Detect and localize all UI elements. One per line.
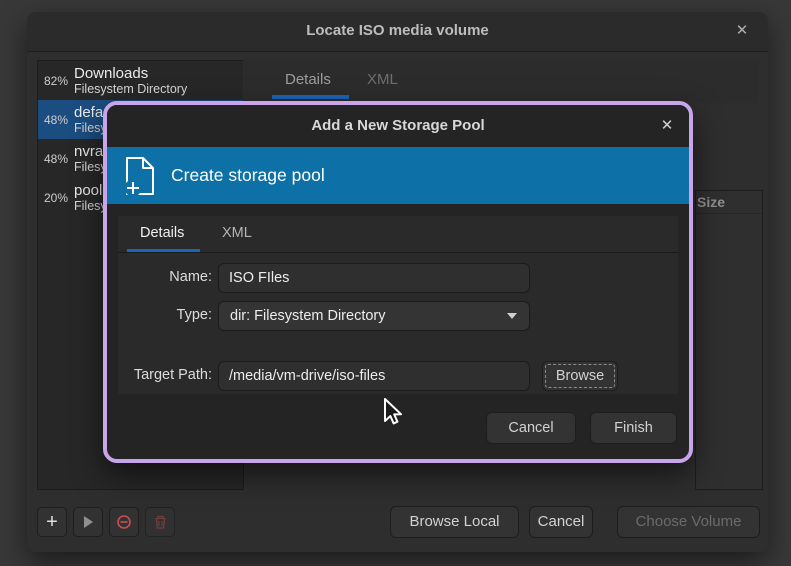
pool-name: defa bbox=[74, 104, 107, 121]
dialog-title: Add a New Storage Pool bbox=[107, 117, 689, 134]
pool-name: pool bbox=[74, 182, 107, 199]
start-pool-button[interactable] bbox=[73, 507, 103, 537]
active-tab-underline bbox=[272, 95, 349, 99]
pool-usage-percent: 48% bbox=[38, 113, 74, 127]
dialog-cancel-button[interactable]: Cancel bbox=[486, 412, 576, 444]
pool-type: Filesy bbox=[74, 160, 107, 175]
banner-label: Create storage pool bbox=[171, 165, 325, 186]
window-titlebar[interactable]: Locate ISO media volume ✕ bbox=[27, 12, 768, 52]
volume-list-panel: Size bbox=[695, 190, 763, 490]
new-document-icon bbox=[123, 155, 157, 197]
target-path-label: Target Path: bbox=[118, 367, 212, 383]
type-dropdown-value: dir: Filesystem Directory bbox=[230, 308, 507, 324]
chevron-down-icon bbox=[507, 313, 517, 319]
window-title: Locate ISO media volume bbox=[27, 22, 768, 39]
tab-xml[interactable]: XML bbox=[222, 225, 252, 241]
type-label: Type: bbox=[118, 307, 212, 323]
stop-pool-button[interactable] bbox=[109, 507, 139, 537]
pool-name: nvra bbox=[74, 143, 107, 160]
target-path-input[interactable] bbox=[218, 361, 530, 391]
tab-xml[interactable]: XML bbox=[367, 71, 398, 88]
delete-pool-button[interactable] bbox=[145, 507, 175, 537]
tab-details[interactable]: Details bbox=[285, 71, 331, 88]
close-icon[interactable]: ✕ bbox=[732, 21, 752, 41]
desktop: Locate ISO media volume ✕ 82% Downloads … bbox=[0, 0, 791, 566]
name-label: Name: bbox=[118, 269, 212, 285]
pool-type: Filesy bbox=[74, 121, 107, 136]
trash-icon bbox=[153, 514, 168, 530]
dialog-tabbar: Details XML bbox=[118, 216, 678, 253]
pool-usage-percent: 82% bbox=[38, 74, 74, 88]
cancel-button[interactable]: Cancel bbox=[529, 506, 593, 538]
pool-usage-percent: 20% bbox=[38, 191, 74, 205]
dialog-banner: Create storage pool bbox=[107, 147, 689, 204]
name-input[interactable] bbox=[218, 263, 530, 293]
browse-local-button[interactable]: Browse Local bbox=[390, 506, 519, 538]
pool-type: Filesy bbox=[74, 199, 107, 214]
dialog-titlebar[interactable]: Add a New Storage Pool ✕ bbox=[107, 105, 689, 147]
dialog-notebook: Details XML Name: Type: dir: Filesystem … bbox=[118, 216, 678, 394]
browse-button[interactable]: Browse bbox=[542, 361, 618, 391]
dialog-finish-button[interactable]: Finish bbox=[590, 412, 677, 444]
mouse-cursor bbox=[381, 398, 405, 428]
plus-icon: + bbox=[46, 509, 58, 535]
pool-name: Downloads bbox=[74, 65, 187, 82]
tab-details[interactable]: Details bbox=[140, 225, 184, 241]
active-tab-underline bbox=[127, 249, 200, 252]
pool-list-item[interactable]: 82% Downloads Filesystem Directory bbox=[38, 61, 243, 100]
choose-volume-button: Choose Volume bbox=[617, 506, 760, 538]
pool-type: Filesystem Directory bbox=[74, 82, 187, 97]
pool-usage-percent: 48% bbox=[38, 152, 74, 166]
volume-column-size[interactable]: Size bbox=[696, 191, 762, 214]
type-dropdown[interactable]: dir: Filesystem Directory bbox=[218, 301, 530, 331]
pool-detail-tabs: Details XML bbox=[243, 60, 759, 103]
play-icon bbox=[81, 515, 95, 529]
close-icon[interactable]: ✕ bbox=[657, 116, 677, 136]
add-pool-button[interactable]: + bbox=[37, 507, 67, 537]
stop-icon bbox=[116, 514, 132, 530]
